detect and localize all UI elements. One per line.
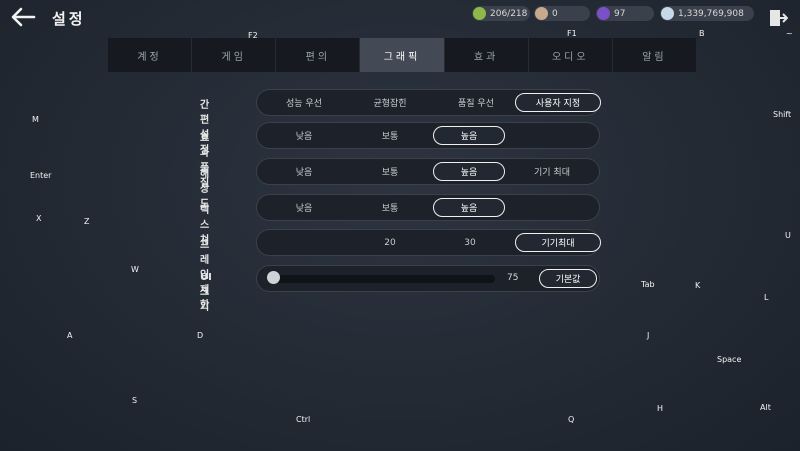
top-bar: 설정 206/218 0 97 1,339,769,908 (0, 0, 800, 36)
tab-graphics[interactable]: 그래픽 (360, 38, 445, 72)
ui-scale-control: 75 기본값 (256, 265, 600, 292)
option-low[interactable]: 낮음 (261, 126, 347, 145)
resource-silver: 1,339,769,908 (660, 6, 754, 21)
key-hint: Ctrl (296, 415, 311, 424)
key-hint: ~ (786, 29, 793, 38)
key-hint: Space (717, 355, 742, 364)
tab-audio[interactable]: 오디오 (529, 38, 613, 72)
option-custom[interactable]: 사용자 지정 (515, 93, 601, 112)
tab-notifications[interactable]: 알림 (613, 38, 696, 72)
key-hint: M (32, 115, 39, 124)
option-performance[interactable]: 성능 우선 (261, 93, 347, 112)
energy-icon (473, 7, 486, 20)
reset-default-button[interactable]: 기본값 (539, 269, 597, 288)
key-hint: Enter (30, 171, 52, 180)
key-hint: Z (84, 217, 90, 226)
gem-icon (597, 7, 610, 20)
resource-gem: 97 (596, 6, 654, 21)
key-hint: F1 (567, 29, 577, 38)
ui-scale-slider[interactable] (267, 275, 495, 283)
option-balanced[interactable]: 균형잡힌 (347, 93, 433, 112)
back-arrow-icon[interactable] (10, 6, 36, 28)
slider-knob[interactable] (267, 271, 280, 284)
option-device-max[interactable]: 기기최대 (515, 233, 601, 252)
option-quality[interactable]: 품질 우선 (433, 93, 519, 112)
option-group: 낮음 보통 높음 기기 최대 (256, 158, 600, 185)
tab-game[interactable]: 게임 (192, 38, 277, 72)
ui-scale-value: 75 (507, 273, 519, 283)
page-title: 설정 (52, 10, 86, 28)
key-hint: Shift (773, 110, 792, 119)
tab-effects[interactable]: 효과 (445, 38, 529, 72)
key-hint: J (647, 331, 650, 340)
resource-coin: 0 (534, 6, 590, 21)
key-hint: X (36, 214, 42, 223)
option-group: 성능 우선 균형잡힌 품질 우선 사용자 지정 (256, 89, 601, 116)
setting-label: UI 크기 (200, 272, 212, 313)
key-hint: U (785, 231, 791, 240)
key-hint: Q (568, 415, 575, 424)
key-hint: Alt (760, 403, 771, 412)
resource-energy: 206/218 (472, 6, 530, 21)
option-medium[interactable]: 보통 (347, 162, 433, 181)
option-group: 20 30 기기최대 (256, 229, 601, 256)
option-high[interactable]: 높음 (433, 126, 505, 145)
key-hint: L (764, 293, 769, 302)
option-group: 낮음 보통 높음 (256, 122, 600, 149)
key-hint: Tab (641, 280, 655, 289)
tab-account[interactable]: 계정 (108, 38, 193, 72)
option-30fps[interactable]: 30 (427, 233, 513, 252)
silver-icon (661, 7, 674, 20)
coin-icon (535, 7, 548, 20)
key-hint: K (695, 281, 701, 290)
option-20fps[interactable]: 20 (347, 233, 433, 252)
option-low[interactable]: 낮음 (261, 198, 347, 217)
option-device-max[interactable]: 기기 최대 (509, 162, 595, 181)
key-hint: D (197, 331, 204, 340)
settings-tabs: 계정 게임 편의 그래픽 효과 오디오 알림 (108, 38, 696, 72)
option-low[interactable]: 낮음 (261, 162, 347, 181)
option-medium[interactable]: 보통 (347, 198, 433, 217)
tab-convenience[interactable]: 편의 (276, 38, 361, 72)
option-group: 낮음 보통 높음 (256, 194, 600, 221)
key-hint: B (699, 29, 705, 38)
option-high[interactable]: 높음 (433, 198, 505, 217)
key-hint: H (657, 404, 664, 413)
option-medium[interactable]: 보통 (347, 126, 433, 145)
key-hint: F2 (248, 31, 258, 40)
key-hint: S (132, 396, 138, 405)
option-high[interactable]: 높음 (433, 162, 505, 181)
key-hint: A (67, 331, 73, 340)
key-hint: W (131, 265, 139, 274)
exit-icon[interactable] (768, 8, 788, 28)
